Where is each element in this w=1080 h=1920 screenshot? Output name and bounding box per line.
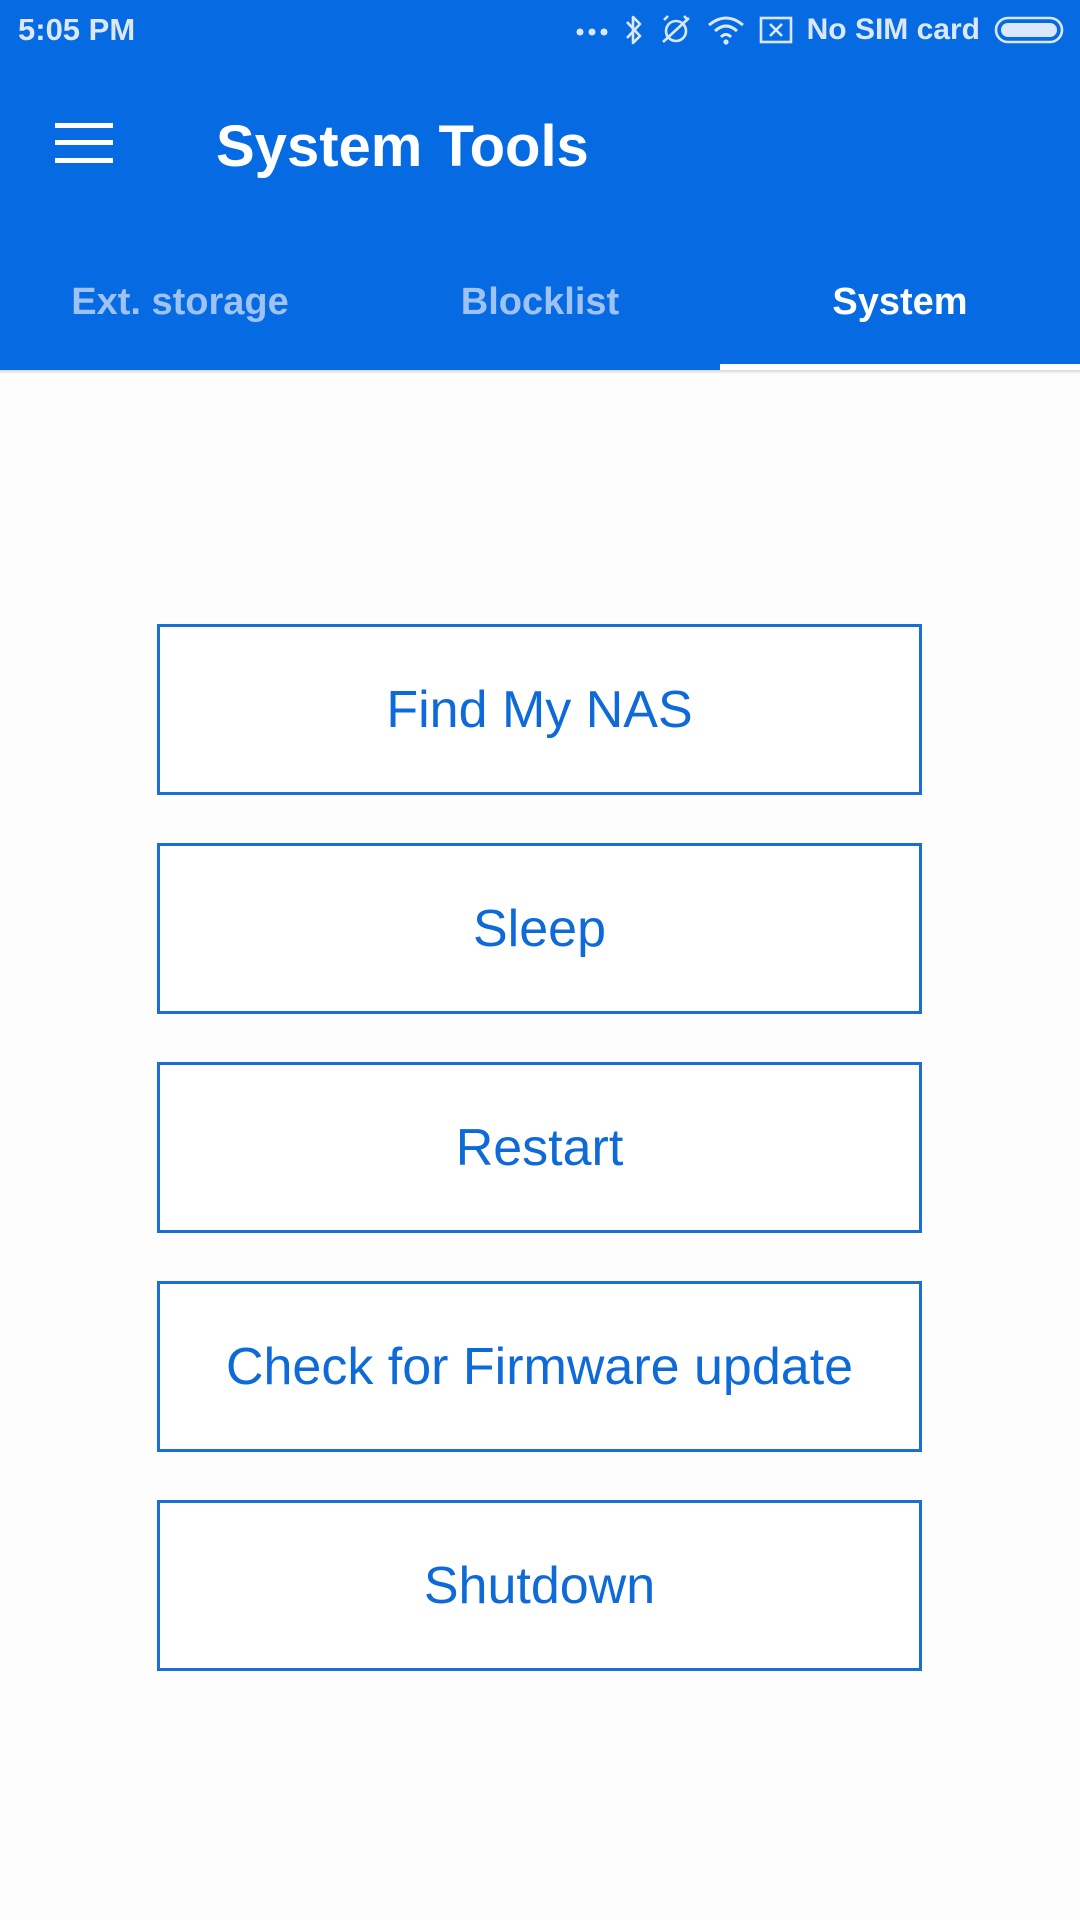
header-shadow [0,370,1080,374]
battery-icon [994,15,1066,45]
tab-ext-storage[interactable]: Ext. storage [0,240,360,364]
sleep-button[interactable]: Sleep [157,843,922,1014]
tab-bar: Ext. storage Blocklist System [0,240,1080,370]
find-my-nas-button[interactable]: Find My NAS [157,624,922,795]
system-actions: Find My NAS Sleep Restart Check for Firm… [157,624,922,1719]
status-bar: 5:05 PM No SIM card [0,0,1080,62]
carrier-label: No SIM card [806,13,980,46]
alarm-off-icon [659,14,693,46]
status-icons: No SIM card [575,10,1066,50]
check-firmware-update-button[interactable]: Check for Firmware update [157,1281,922,1452]
menu-button[interactable] [42,110,126,180]
hamburger-menu-icon [55,121,113,170]
bluetooth-icon [623,14,645,46]
app-header: 5:05 PM No SIM card System Tools Ext. st… [0,0,1080,370]
more-dots-icon [575,24,609,36]
shutdown-button[interactable]: Shutdown [157,1500,922,1671]
wifi-icon [707,15,745,45]
tab-blocklist[interactable]: Blocklist [360,240,720,364]
restart-button[interactable]: Restart [157,1062,922,1233]
status-time: 5:05 PM [18,12,136,47]
tab-system[interactable]: System [720,240,1080,364]
no-sim-icon [759,16,793,44]
page-title: System Tools [216,114,589,179]
